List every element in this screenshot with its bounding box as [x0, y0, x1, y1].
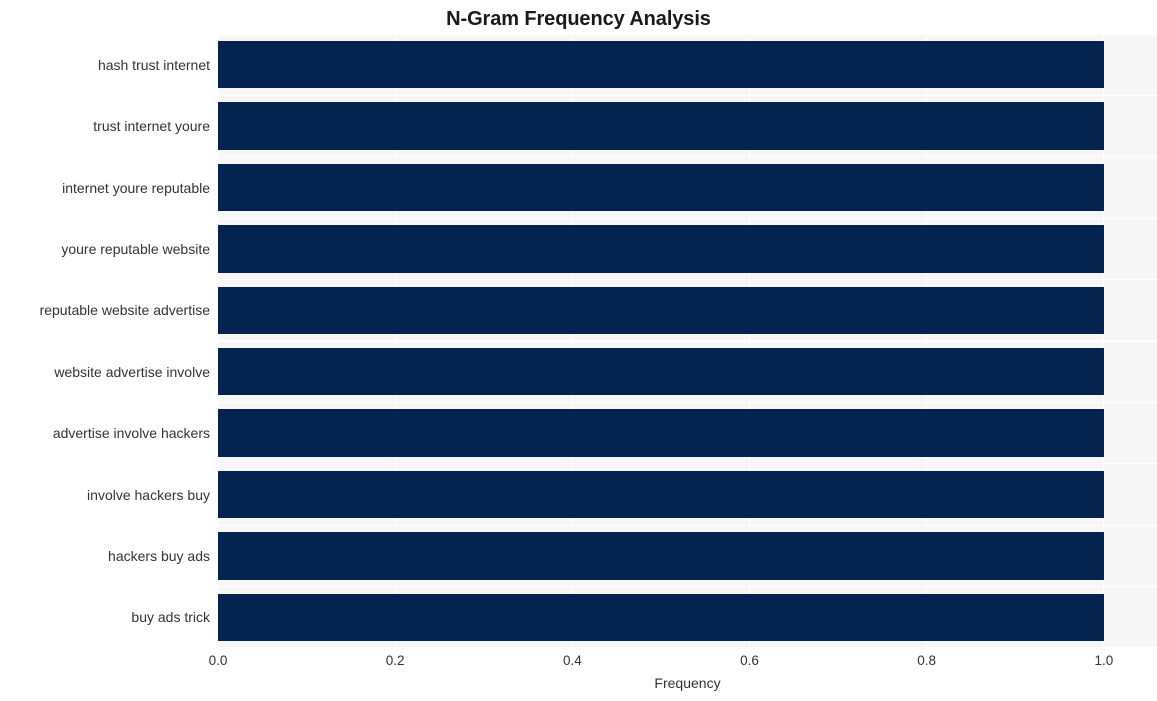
- bar: [218, 348, 1104, 396]
- x-tick-label: 0.6: [740, 653, 759, 668]
- x-tick-label: 0.8: [917, 653, 937, 668]
- y-tick-label: advertise involve hackers: [52, 425, 210, 442]
- y-tick-label: hash trust internet: [97, 56, 210, 73]
- x-tick-label: 1.0: [1094, 653, 1114, 668]
- bar: [218, 532, 1104, 580]
- x-tick-label: 0.2: [385, 653, 405, 668]
- x-tick-label: 0.0: [208, 653, 228, 668]
- bar: [218, 286, 1104, 334]
- x-axis-tick-labels: 0.0 0.2 0.4 0.6 0.8 1.0: [0, 652, 1157, 672]
- x-tick-label: 0.4: [562, 653, 582, 668]
- bar: [218, 409, 1104, 457]
- chart-figure: N-Gram Frequency Analysis hash trust int…: [0, 0, 1157, 701]
- y-tick-label: reputable website advertise: [39, 302, 210, 319]
- bar: [218, 163, 1104, 212]
- y-axis-tick-labels: hash trust internet trust internet youre i…: [0, 34, 210, 648]
- y-tick-label: internet youre reputable: [62, 179, 210, 196]
- y-tick-label: buy ads trick: [131, 609, 210, 626]
- bar: [218, 41, 1104, 89]
- chart-title: N-Gram Frequency Analysis: [446, 8, 711, 30]
- bar: [218, 470, 1104, 519]
- bar-series: [218, 34, 1157, 648]
- y-tick-label: trust internet youre: [93, 118, 210, 135]
- bar: [218, 593, 1104, 641]
- y-tick-label: website advertise involve: [54, 363, 210, 380]
- x-axis-label: Frequency: [654, 675, 721, 691]
- y-tick-label: involve hackers buy: [87, 486, 210, 503]
- plot-area: [218, 34, 1157, 648]
- bar: [218, 102, 1104, 150]
- bar: [218, 225, 1104, 273]
- y-tick-label: youre reputable website: [61, 240, 210, 257]
- y-tick-label: hackers buy ads: [108, 547, 210, 564]
